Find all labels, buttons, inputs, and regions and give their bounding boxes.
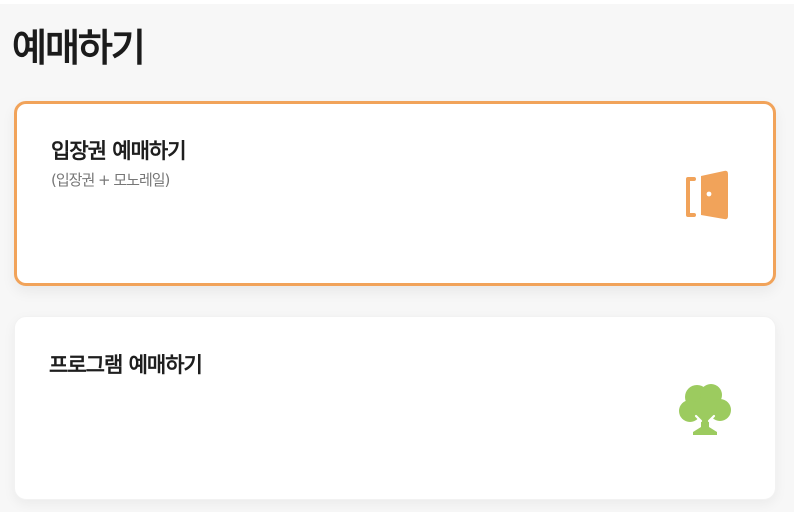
page-title: 예매하기 [12,26,146,70]
ticket-booking-card[interactable]: 입장권 예매하기 (입장권 + 모노레일) [14,101,776,286]
door-icon [686,170,728,220]
tree-icon [679,384,731,435]
program-booking-card[interactable]: 프로그램 예매하기 [14,316,776,500]
program-booking-title: 프로그램 예매하기 [49,353,203,377]
top-bar [0,0,794,4]
ticket-booking-subtitle: (입장권 + 모노레일) [51,171,170,189]
ticket-booking-title: 입장권 예매하기 [51,139,187,163]
